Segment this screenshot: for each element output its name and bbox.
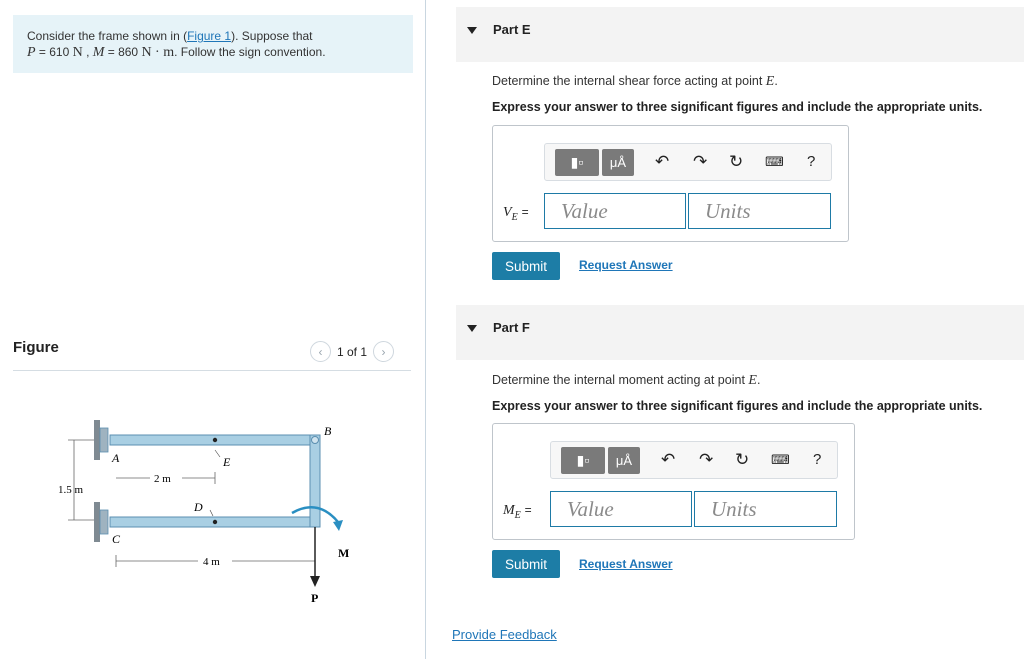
variable-symbol: M — [503, 503, 515, 518]
label-e: E — [222, 455, 231, 469]
part-e-question: Determine the internal shear force actin… — [492, 74, 778, 90]
dim-label-15m: 1.5 m — [58, 484, 84, 496]
dim-label-2m: 2 m — [154, 473, 171, 485]
problem-text: Consider the frame shown in ( — [27, 29, 188, 43]
math-toolbar: ▮▫ μÅ ↶ ↷ ↻ ⌨ ? — [550, 441, 838, 479]
question-text: Determine the internal shear force actin… — [492, 74, 766, 88]
label-m: M — [338, 546, 349, 560]
frame-vertical-member — [309, 434, 321, 528]
left-panel: Consider the frame shown in (Figure 1). … — [0, 0, 425, 659]
problem-line-2: P = 610 N , M = 860 N · m. Follow the si… — [27, 45, 326, 60]
point-symbol: E — [748, 373, 757, 388]
units-symbol-button[interactable]: μÅ — [608, 447, 640, 474]
request-answer-link[interactable]: Request Answer — [579, 258, 673, 272]
question-text: . — [756, 373, 761, 387]
m-symbol: M — [92, 45, 105, 60]
templates-icon[interactable]: ▮▫ — [555, 149, 599, 176]
bracket-c — [99, 509, 109, 535]
instruction-text: Express your answer to three significant… — [492, 399, 983, 413]
chevron-right-icon[interactable]: › — [373, 341, 395, 362]
collapse-triangle-icon[interactable] — [467, 325, 477, 332]
p-symbol: P — [27, 45, 36, 60]
help-button[interactable]: ? — [807, 153, 815, 170]
math-toolbar: ▮▫ μÅ ↶ ↷ ↻ ⌨ ? — [544, 143, 832, 181]
redo-icon[interactable]: ↷ — [693, 152, 707, 172]
part-f-answer-box: ▮▫ μÅ ↶ ↷ ↻ ⌨ ? ME = Value Units — [492, 423, 855, 540]
provide-feedback-link[interactable]: Provide Feedback — [452, 627, 557, 642]
label-b: B — [324, 424, 332, 438]
figure-counter: 1 of 1 — [337, 344, 368, 359]
variable-label: ME = — [503, 501, 532, 521]
request-answer-link[interactable]: Request Answer — [579, 557, 673, 571]
part-f-label: Part F — [493, 320, 530, 335]
m-value: = 860 — [104, 45, 142, 59]
variable-subscript: E — [511, 211, 518, 223]
bracket-a — [99, 427, 109, 453]
value-input[interactable]: Value — [550, 491, 692, 527]
keyboard-icon[interactable]: ⌨ — [765, 154, 784, 170]
reset-icon[interactable]: ↻ — [729, 152, 743, 172]
right-panel: Part E Determine the internal shear forc… — [426, 0, 1024, 659]
label-a: A — [111, 451, 120, 465]
templates-icon[interactable]: ▮▫ — [561, 447, 605, 474]
value-input[interactable]: Value — [544, 193, 686, 229]
force-p-arrowhead — [310, 576, 320, 587]
part-e-label: Part E — [493, 22, 531, 37]
label-d: D — [193, 500, 203, 514]
units-input[interactable]: Units — [688, 193, 831, 229]
units-input[interactable]: Units — [694, 491, 837, 527]
equals-sign: = — [524, 503, 532, 517]
undo-icon[interactable]: ↶ — [661, 450, 675, 470]
figure-link[interactable]: Figure 1 — [187, 29, 231, 43]
redo-icon[interactable]: ↷ — [699, 450, 713, 470]
problem-statement: Consider the frame shown in (Figure 1). … — [13, 15, 413, 73]
frame-figure: 1.5 m A B C D E 2 m 4 m M P — [58, 420, 349, 605]
chevron-left-icon[interactable]: ‹ — [310, 341, 331, 362]
p-unit: N — [72, 45, 83, 60]
leader-line — [209, 509, 214, 517]
label-c: C — [112, 532, 121, 546]
variable-label: VE = — [503, 203, 529, 223]
part-f-header[interactable]: Part F — [456, 305, 1024, 360]
variable-subscript: E — [514, 509, 521, 521]
point-e-dot — [212, 437, 218, 443]
reset-icon[interactable]: ↻ — [735, 450, 749, 470]
dim-label-4m: 4 m — [203, 556, 220, 568]
part-e-instruction: Express your answer to three significant… — [492, 100, 982, 114]
problem-text: . Follow the sign convention. — [174, 45, 326, 59]
keyboard-icon[interactable]: ⌨ — [771, 452, 790, 468]
p-value: = 610 — [35, 45, 73, 59]
problem-line-1: Consider the frame shown in (Figure 1). … — [27, 28, 413, 44]
units-symbol-button[interactable]: μÅ — [602, 149, 634, 176]
undo-icon[interactable]: ↶ — [655, 152, 669, 172]
wall-support-a — [94, 420, 100, 460]
moment-arrowhead — [333, 520, 343, 531]
collapse-triangle-icon[interactable] — [467, 27, 477, 34]
equals-sign: = — [521, 205, 529, 219]
wall-support-c — [94, 502, 100, 542]
part-f-instruction: Express your answer to three significant… — [492, 399, 982, 413]
help-button[interactable]: ? — [813, 451, 821, 468]
part-e-header[interactable]: Part E — [456, 7, 1024, 62]
leader-line — [214, 449, 221, 458]
part-f-question: Determine the internal moment acting at … — [492, 373, 760, 389]
question-text: . — [774, 74, 778, 88]
part-e-answer-box: ▮▫ μÅ ↶ ↷ ↻ ⌨ ? VE = Value Units — [492, 125, 849, 242]
question-text: Determine the internal moment acting at … — [492, 373, 749, 387]
figure-title: Figure — [13, 339, 59, 356]
divider — [13, 370, 411, 371]
pin-b — [311, 436, 319, 444]
variable-symbol: V — [503, 205, 512, 220]
label-p: P — [311, 591, 318, 605]
m-unit: N · m — [141, 45, 175, 60]
point-d-dot — [212, 519, 218, 525]
submit-button[interactable]: Submit — [492, 252, 560, 280]
problem-text: ). Suppose that — [231, 29, 313, 43]
instruction-text: Express your answer to three significant… — [492, 100, 983, 114]
figure-navigation: ‹ 1 of 1 › — [310, 341, 395, 362]
submit-button[interactable]: Submit — [492, 550, 560, 578]
